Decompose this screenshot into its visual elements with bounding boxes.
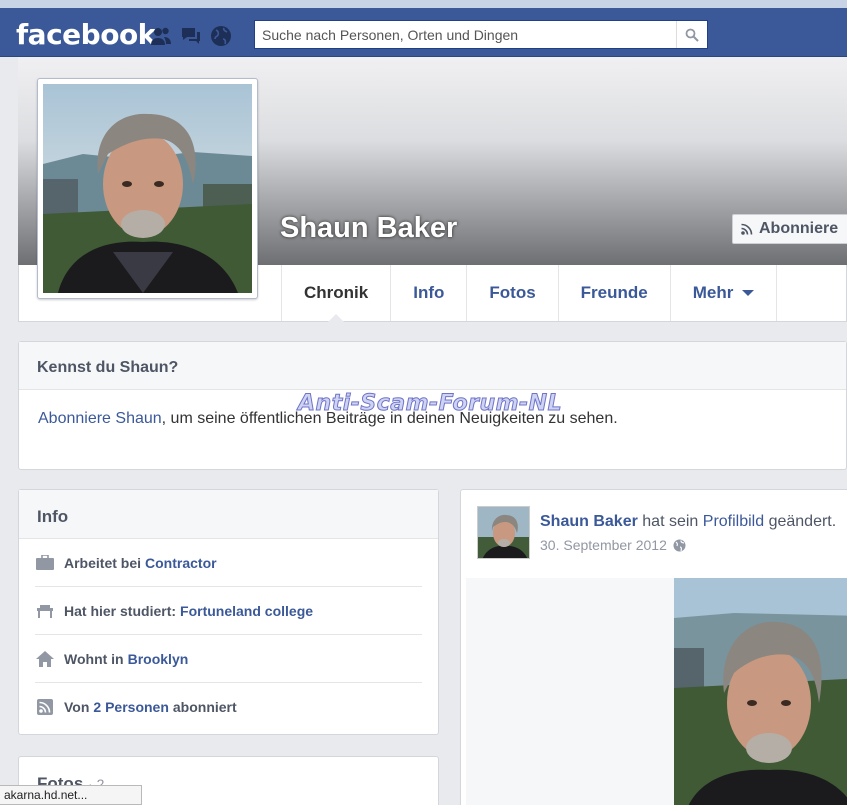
top-bar: facebook xyxy=(0,0,847,57)
profile-tabs: Chronik Info Fotos Freunde Mehr xyxy=(281,265,778,322)
post-author-name[interactable]: Shaun Baker xyxy=(540,513,638,530)
rss-icon xyxy=(35,698,55,716)
post-headline: Shaun Baker hat sein Profilbild geändert… xyxy=(540,513,836,531)
info-text: Hat hier studiert: xyxy=(64,602,177,619)
friend-requests-icon[interactable] xyxy=(150,25,172,47)
jewel-bar xyxy=(150,25,232,47)
school-icon xyxy=(35,602,55,620)
info-text: Von xyxy=(64,699,90,715)
tab-info[interactable]: Info xyxy=(390,265,466,321)
info-row-location: Wohnt in Brooklyn xyxy=(35,635,422,683)
post-date-text[interactable]: 30. September 2012 xyxy=(540,537,667,553)
info-suffix: abonniert xyxy=(172,699,237,715)
subscribe-label: Abonniere xyxy=(759,220,839,237)
info-link-school[interactable]: Fortuneland college xyxy=(180,603,313,619)
info-link-employer[interactable]: Contractor xyxy=(145,555,217,571)
search-icon xyxy=(685,28,699,42)
browser-status-bar: akarna.hd.net... xyxy=(0,785,142,805)
info-link-city[interactable]: Brooklyn xyxy=(128,651,189,667)
facebook-logo[interactable]: facebook xyxy=(16,18,156,51)
post-photo[interactable] xyxy=(674,578,847,805)
profile-name[interactable]: Shaun Baker xyxy=(280,212,457,245)
profile-photo-image xyxy=(43,84,252,293)
post-author-avatar[interactable] xyxy=(477,506,530,559)
subscribe-link[interactable]: Abonniere Shaun xyxy=(38,410,162,427)
know-card-title: Kennst du Shaun? xyxy=(19,342,846,390)
info-list: Arbeitet bei Contractor Hat hier studier… xyxy=(19,539,438,731)
public-globe-icon xyxy=(673,539,686,551)
info-text: Arbeitet bei xyxy=(64,554,142,571)
tab-mehr[interactable]: Mehr xyxy=(669,265,778,321)
post-date: 30. September 2012 xyxy=(540,537,686,553)
search-box xyxy=(254,20,708,49)
search-button[interactable] xyxy=(676,21,707,48)
tab-label: Freunde xyxy=(580,283,648,302)
tab-label: Mehr xyxy=(692,283,734,302)
subscribe-button[interactable]: Abonniere xyxy=(732,214,847,244)
briefcase-icon xyxy=(35,554,55,572)
rss-icon xyxy=(741,223,753,235)
tab-chronik[interactable]: Chronik xyxy=(281,265,390,322)
info-row-work: Arbeitet bei Contractor xyxy=(35,539,422,587)
tab-fotos[interactable]: Fotos xyxy=(466,265,557,321)
tab-freunde[interactable]: Freunde xyxy=(557,265,670,321)
info-row-subscribers: Von 2 Personen abonniert xyxy=(35,683,422,731)
info-card: Info Arbeitet bei Contractor Hat hier st… xyxy=(18,489,439,735)
tab-label: Info xyxy=(413,283,445,302)
info-row-education: Hat hier studiert: Fortuneland college xyxy=(35,587,422,635)
profile-picture[interactable] xyxy=(37,78,258,299)
info-card-title: Info xyxy=(19,490,438,539)
home-icon xyxy=(35,650,55,668)
search-input[interactable] xyxy=(255,21,676,48)
post-action-link[interactable]: Profilbild xyxy=(703,513,764,530)
post-action-pre: hat sein xyxy=(642,513,699,530)
tab-label: Fotos xyxy=(489,283,536,302)
notifications-globe-icon[interactable] xyxy=(210,25,232,47)
info-link-subscribers[interactable]: 2 Personen xyxy=(93,699,168,715)
caret-down-icon xyxy=(742,290,755,296)
watermark: Anti-Scam-Forum-NL xyxy=(297,391,563,417)
post-action-post: geändert. xyxy=(768,513,837,530)
info-text: Wohnt in xyxy=(64,650,124,667)
timeline-post: Shaun Baker hat sein Profilbild geändert… xyxy=(460,489,847,805)
messages-icon[interactable] xyxy=(180,25,202,47)
tab-label: Chronik xyxy=(304,283,369,302)
